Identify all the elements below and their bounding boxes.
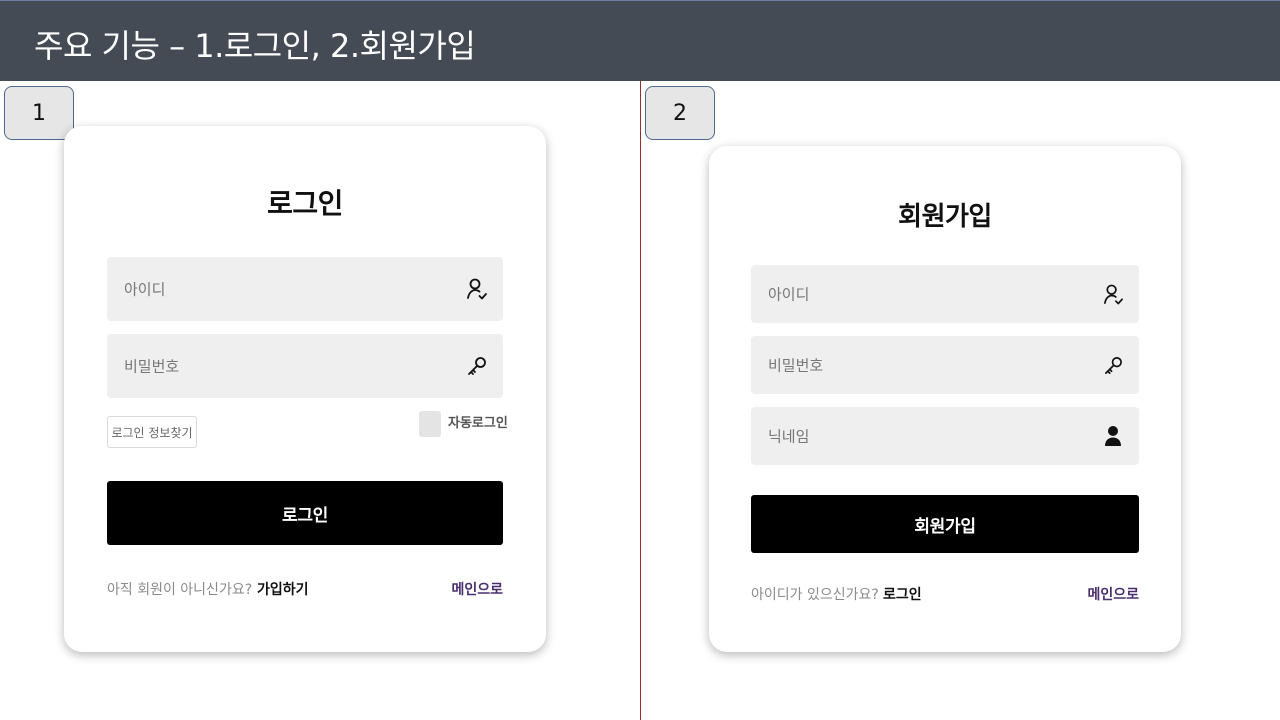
section-divider	[640, 81, 641, 720]
login-link[interactable]: 로그인	[883, 584, 922, 604]
signup-card: 회원가입 아이디 비밀번호 닉네임 회원가입 아이디가 있으신가요? 로그인 메…	[709, 146, 1181, 652]
signup-nickname-field[interactable]: 닉네임	[751, 407, 1139, 465]
login-password-field[interactable]: 비밀번호	[107, 334, 503, 398]
signup-id-field[interactable]: 아이디	[751, 265, 1139, 323]
step-badge-1: 1	[4, 86, 74, 140]
user-check-icon	[1101, 282, 1125, 306]
user-check-icon	[465, 277, 489, 301]
signup-id-placeholder: 아이디	[768, 285, 810, 304]
signup-password-field[interactable]: 비밀번호	[751, 336, 1139, 394]
login-main-link[interactable]: 메인으로	[451, 579, 503, 599]
auto-login-checkbox[interactable]	[419, 411, 441, 437]
page-title: 주요 기능 – 1.로그인, 2.회원가입	[34, 27, 476, 65]
person-icon	[1101, 424, 1125, 448]
header-bar: 주요 기능 – 1.로그인, 2.회원가입	[0, 0, 1280, 81]
signup-main-link[interactable]: 메인으로	[1087, 584, 1139, 604]
signup-nickname-placeholder: 닉네임	[768, 427, 810, 446]
login-id-field[interactable]: 아이디	[107, 257, 503, 321]
step-badge-2: 2	[645, 86, 715, 140]
signup-prompt: 아직 회원이 아니신가요?	[107, 582, 253, 598]
signup-button[interactable]: 회원가입	[751, 495, 1139, 553]
key-icon	[1101, 353, 1125, 377]
key-icon	[465, 354, 489, 378]
login-title: 로그인	[267, 187, 343, 220]
login-prompt: 아이디가 있으신가요?	[751, 587, 879, 603]
find-login-info-button[interactable]: 로그인 정보찾기	[107, 416, 197, 448]
login-password-placeholder: 비밀번호	[124, 357, 180, 376]
signup-password-placeholder: 비밀번호	[768, 356, 824, 375]
signup-title: 회원가입	[898, 202, 992, 232]
signup-link[interactable]: 가입하기	[257, 579, 309, 599]
login-card: 로그인 아이디 비밀번호 로그인 정보찾기 자동로그인 로그인 아직 회원이 아…	[64, 126, 546, 652]
login-button[interactable]: 로그인	[107, 481, 503, 545]
auto-login-label: 자동로그인	[448, 416, 508, 431]
login-id-placeholder: 아이디	[124, 280, 166, 299]
